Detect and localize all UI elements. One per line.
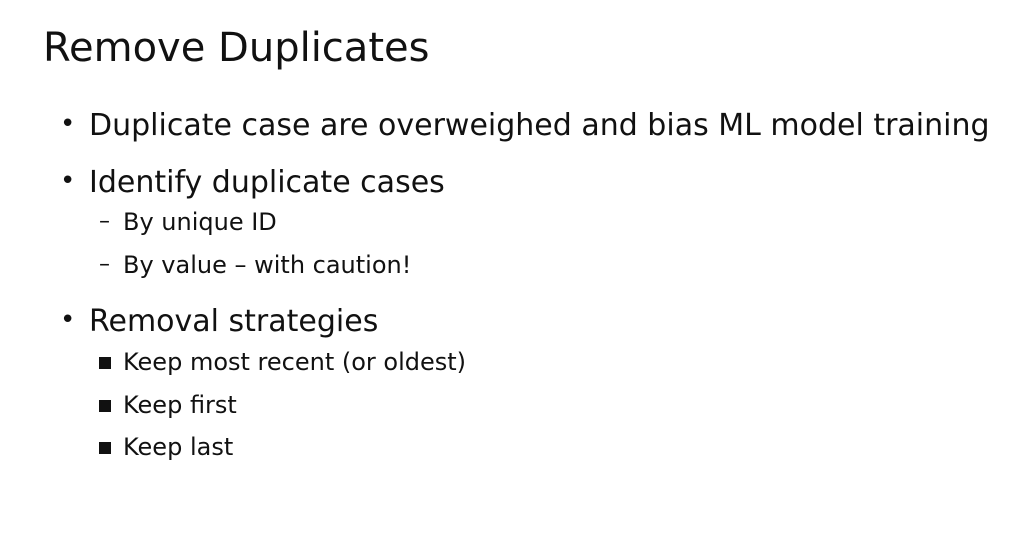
bullet-dot-icon: •: [60, 305, 76, 336]
square-bullet-icon: [99, 357, 111, 370]
bullet-dot-icon: •: [60, 166, 76, 197]
bullet-item-duplicate-case: • Duplicate case are overweighed and bia…: [60, 108, 990, 144]
subitem-text: By value – with caution!: [123, 251, 412, 279]
bullet-text: Identify duplicate cases: [89, 165, 445, 200]
bullet-item-identify-duplicates: • Identify duplicate cases: [60, 165, 445, 201]
dash-marker-icon: –: [99, 209, 110, 235]
subitem-text: Keep last: [123, 433, 234, 461]
square-bullet-icon: [99, 400, 111, 413]
bullet-dot-icon: •: [60, 109, 76, 140]
bullet-item-removal-strategies: • Removal strategies: [60, 304, 378, 340]
subitem-text: Keep most recent (or oldest): [123, 348, 467, 376]
subitem-by-unique-id: – By unique ID: [99, 208, 277, 237]
subitem-text: Keep first: [123, 391, 237, 419]
subitem-text: By unique ID: [123, 208, 277, 236]
subitem-keep-first: Keep first: [99, 391, 237, 420]
subitem-by-value: – By value – with caution!: [99, 251, 411, 280]
bullet-text: Duplicate case are overweighed and bias …: [89, 108, 990, 143]
dash-marker-icon: –: [99, 252, 110, 278]
slide: Remove Duplicates • Duplicate case are o…: [0, 0, 1012, 545]
slide-title: Remove Duplicates: [43, 25, 430, 71]
bullet-text: Removal strategies: [89, 304, 379, 339]
subitem-keep-most-recent: Keep most recent (or oldest): [99, 348, 466, 377]
square-bullet-icon: [99, 442, 111, 455]
subitem-keep-last: Keep last: [99, 433, 233, 462]
